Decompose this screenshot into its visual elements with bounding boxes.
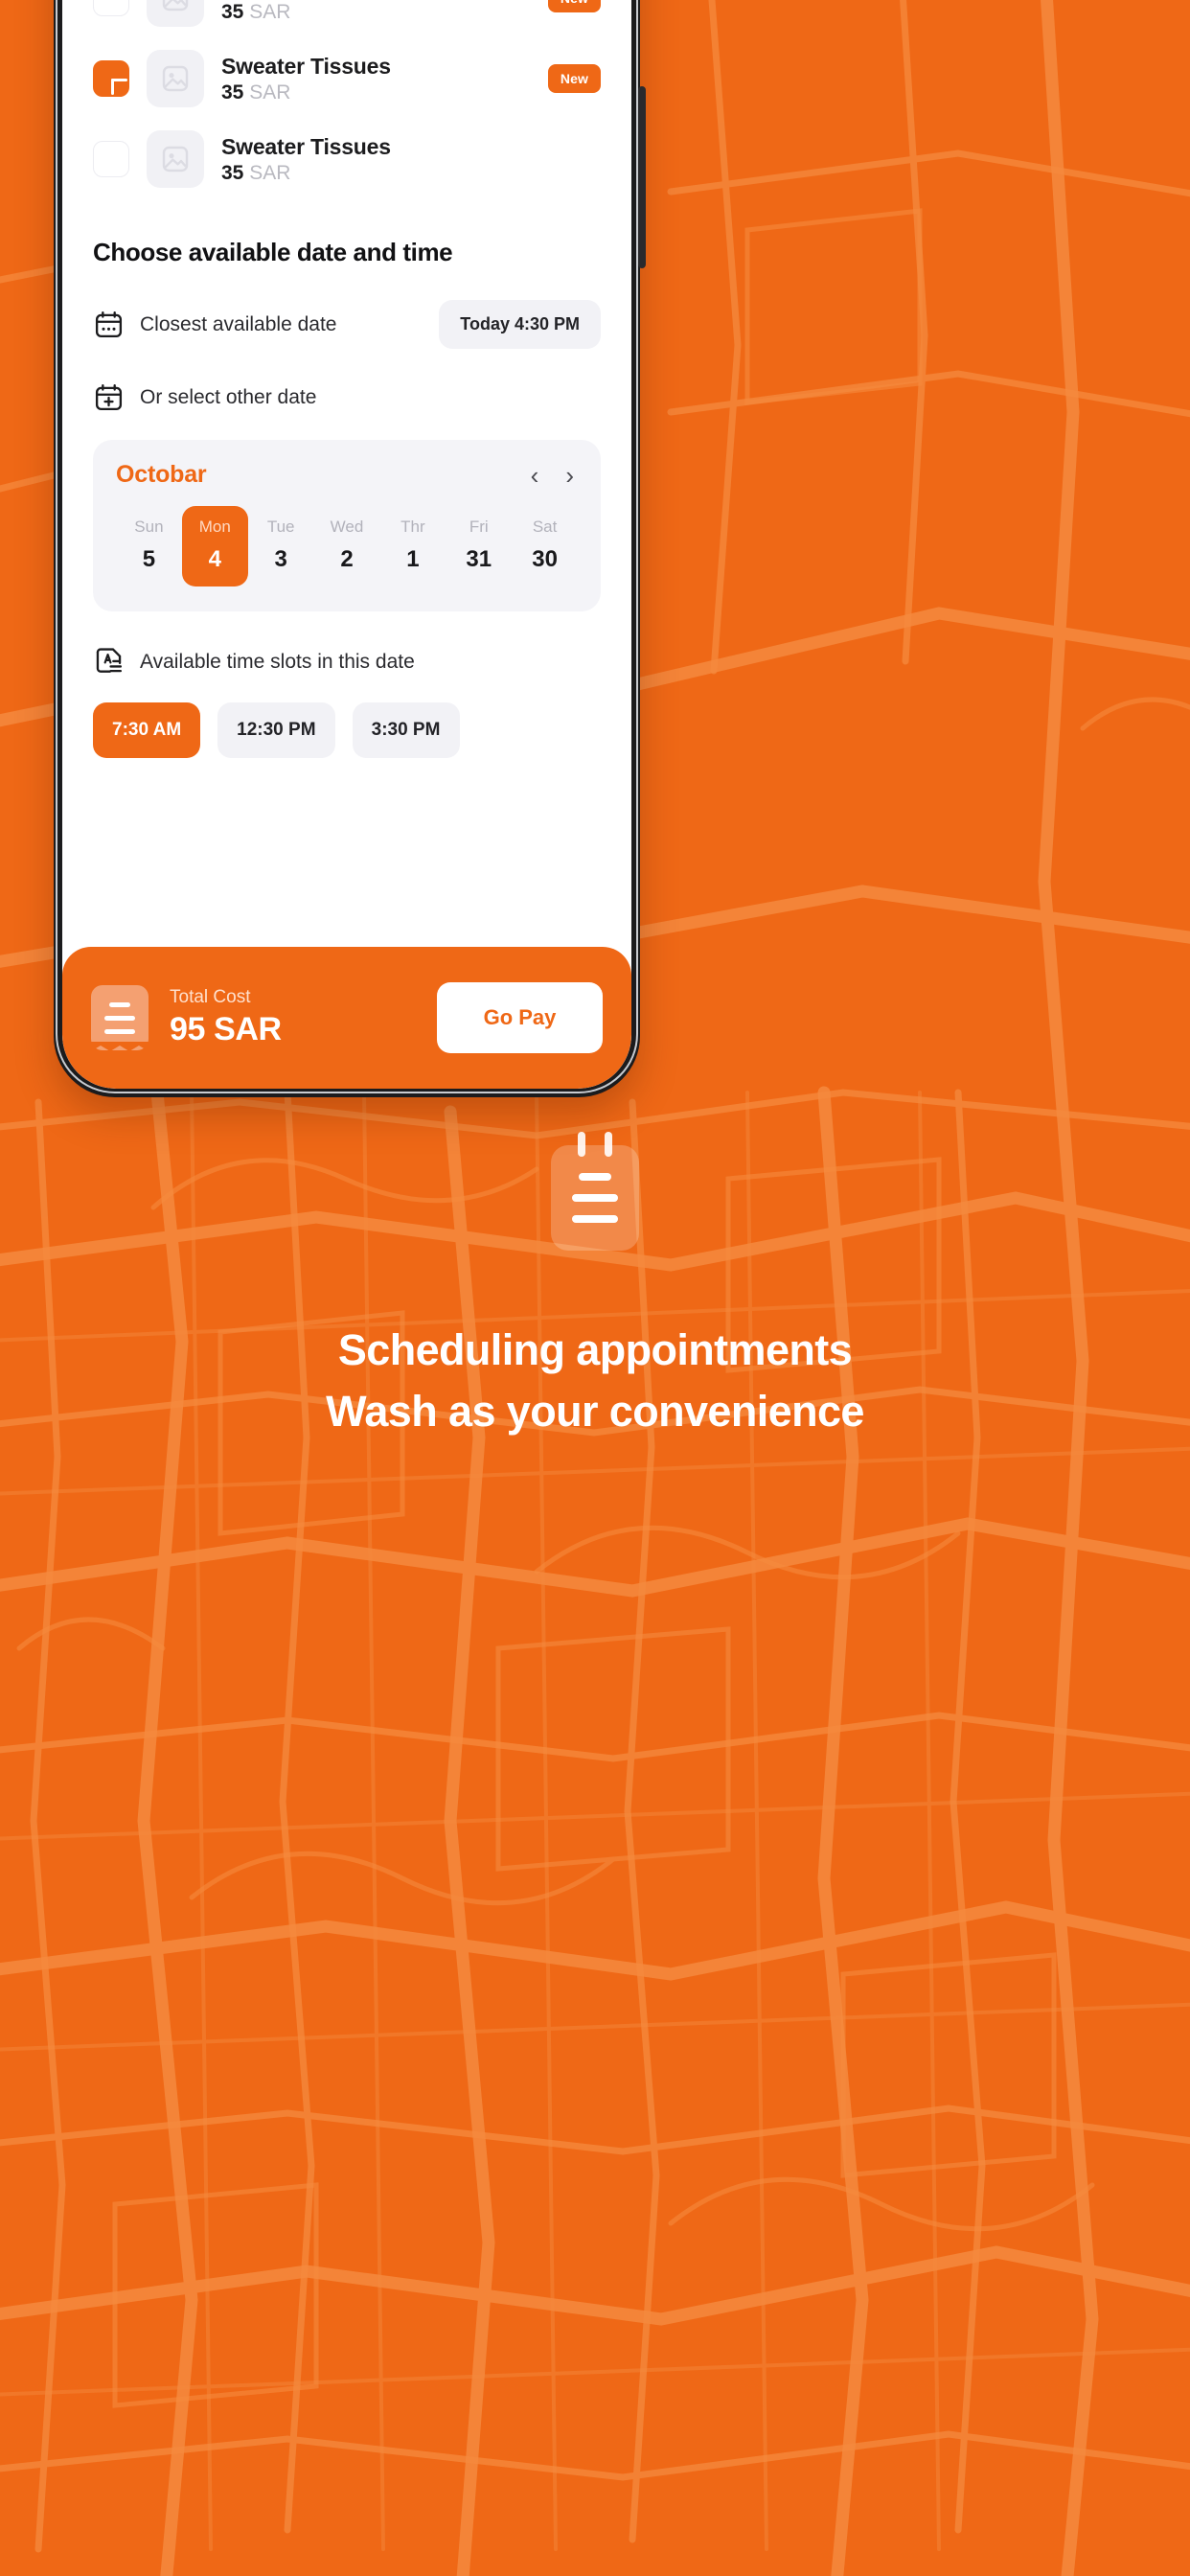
total-cost-bar: Total Cost 95 SAR Go Pay [62,947,631,1089]
calendar-month-label: Octobar [116,461,207,488]
select-item-checkbox[interactable] [93,0,129,16]
other-date-row[interactable]: Or select other date [93,381,601,413]
image-placeholder-icon [162,65,189,92]
select-item-checkbox[interactable] [93,141,129,177]
product-info: Sweater Tissues 35 SAR [221,133,601,186]
closest-date-value-chip[interactable]: Today 4:30 PM [439,300,601,349]
calendar-day-cell[interactable]: Sat 30 [512,506,578,586]
time-slot-option[interactable]: 7:30 AM [93,702,201,758]
day-of-week: Thr [400,518,425,536]
calendar-nav: ‹ › [531,463,578,488]
day-of-week: Mon [198,518,231,536]
product-info: Sweater Tissues 35 SAR [221,0,531,24]
product-list: 35 SAR Sweater Tissues 35 SAR New Sweate… [93,0,601,199]
image-placeholder-icon [162,146,189,172]
product-thumbnail [147,130,204,188]
calendar-day-cell[interactable]: Fri 31 [446,506,512,586]
product-name: Sweater Tissues [221,133,391,159]
calendar-day-cell[interactable]: Thr 1 [379,506,446,586]
section-title-schedule: Choose available date and time [93,238,453,266]
chevron-left-icon[interactable]: ‹ [531,463,539,488]
receipt-icon [91,985,149,1051]
list-item[interactable]: Sweater Tissues 35 SAR [93,119,601,199]
day-number: 1 [406,546,420,572]
calendar-day-cell[interactable]: Tue 3 [248,506,314,586]
add-item-button[interactable] [93,60,129,97]
calendar-day-strip: Sun 5 Mon 4 Tue 3 Wed 2 Thr 1 Fri 31 Sat… [116,506,578,586]
status-badge: New [547,0,601,12]
list-item[interactable]: Sweater Tissues 35 SAR New [93,0,601,38]
closest-date-label: Closest available date [140,312,337,335]
day-of-week: Sun [134,518,164,536]
total-cost-amount: 95 SAR [170,1011,282,1047]
product-info: Sweater Tissues 35 SAR [221,53,531,105]
calendar-day-cell-selected[interactable]: Mon 4 [181,506,248,586]
time-slots-icon [96,648,123,673]
calendar-plus-icon [95,383,123,411]
phone-screen: 35 SAR Sweater Tissues 35 SAR New Sweate… [62,0,631,1089]
day-number: 4 [208,546,221,572]
day-of-week: Wed [330,518,364,536]
promo-caption: Scheduling appointments Wash as your con… [0,1320,1190,1442]
phone-device: 35 SAR Sweater Tissues 35 SAR New Sweate… [54,0,646,1097]
notepad-tab-left [578,1132,585,1157]
calendar-day-cell[interactable]: Sun 5 [116,506,182,586]
time-slots-label: Available time slots in this date [140,650,415,673]
notepad-icon [551,1132,639,1251]
promo-line-2: Wash as your convenience [326,1386,864,1436]
calendar-header: Octobar ‹ › [116,461,578,489]
day-number: 2 [340,546,354,572]
product-price: 35 SAR [221,1,291,24]
day-number: 30 [532,546,558,572]
volume-button[interactable] [638,86,646,268]
product-price: 35 SAR [221,81,291,104]
calendar-day-cell[interactable]: Wed 2 [314,506,380,586]
time-slot-list: 7:30 AM 12:30 PM 3:30 PM [93,702,601,758]
go-pay-button[interactable]: Go Pay [437,982,603,1053]
total-cost-label: Total Cost [170,987,251,1007]
total-cost-text: Total Cost 95 SAR [170,987,416,1048]
chevron-right-icon[interactable]: › [565,463,574,488]
calendar-dots-icon [95,310,123,338]
time-slots-row: Available time slots in this date [93,646,601,678]
closest-date-row[interactable]: Closest available date Today 4:30 PM [93,300,601,349]
calendar-card[interactable]: Octobar ‹ › Sun 5 Mon 4 Tue 3 Wed 2 Thr … [93,440,601,611]
day-of-week: Tue [266,518,295,536]
time-slot-option[interactable]: 12:30 PM [217,702,335,758]
product-price: 35 SAR [221,162,291,185]
app-scroll-content[interactable]: 35 SAR Sweater Tissues 35 SAR New Sweate… [62,0,631,947]
receipt-notch [91,1042,149,1051]
image-placeholder-icon [162,0,189,12]
day-number: 3 [274,546,287,572]
status-badge: New [547,64,601,93]
day-of-week: Fri [469,518,489,536]
product-thumbnail [147,50,204,107]
promo-line-1: Scheduling appointments [337,1325,853,1374]
day-number: 5 [142,546,156,572]
product-name: Sweater Tissues [221,53,391,79]
day-number: 31 [466,546,492,572]
other-date-label: Or select other date [140,385,317,408]
day-of-week: Sat [532,518,558,536]
time-slot-option[interactable]: 3:30 PM [352,702,460,758]
list-item[interactable]: Sweater Tissues 35 SAR New [93,38,601,119]
notepad-tab-right [605,1132,612,1157]
product-thumbnail [147,0,204,27]
promo-block: Scheduling appointments Wash as your con… [0,1132,1190,1442]
